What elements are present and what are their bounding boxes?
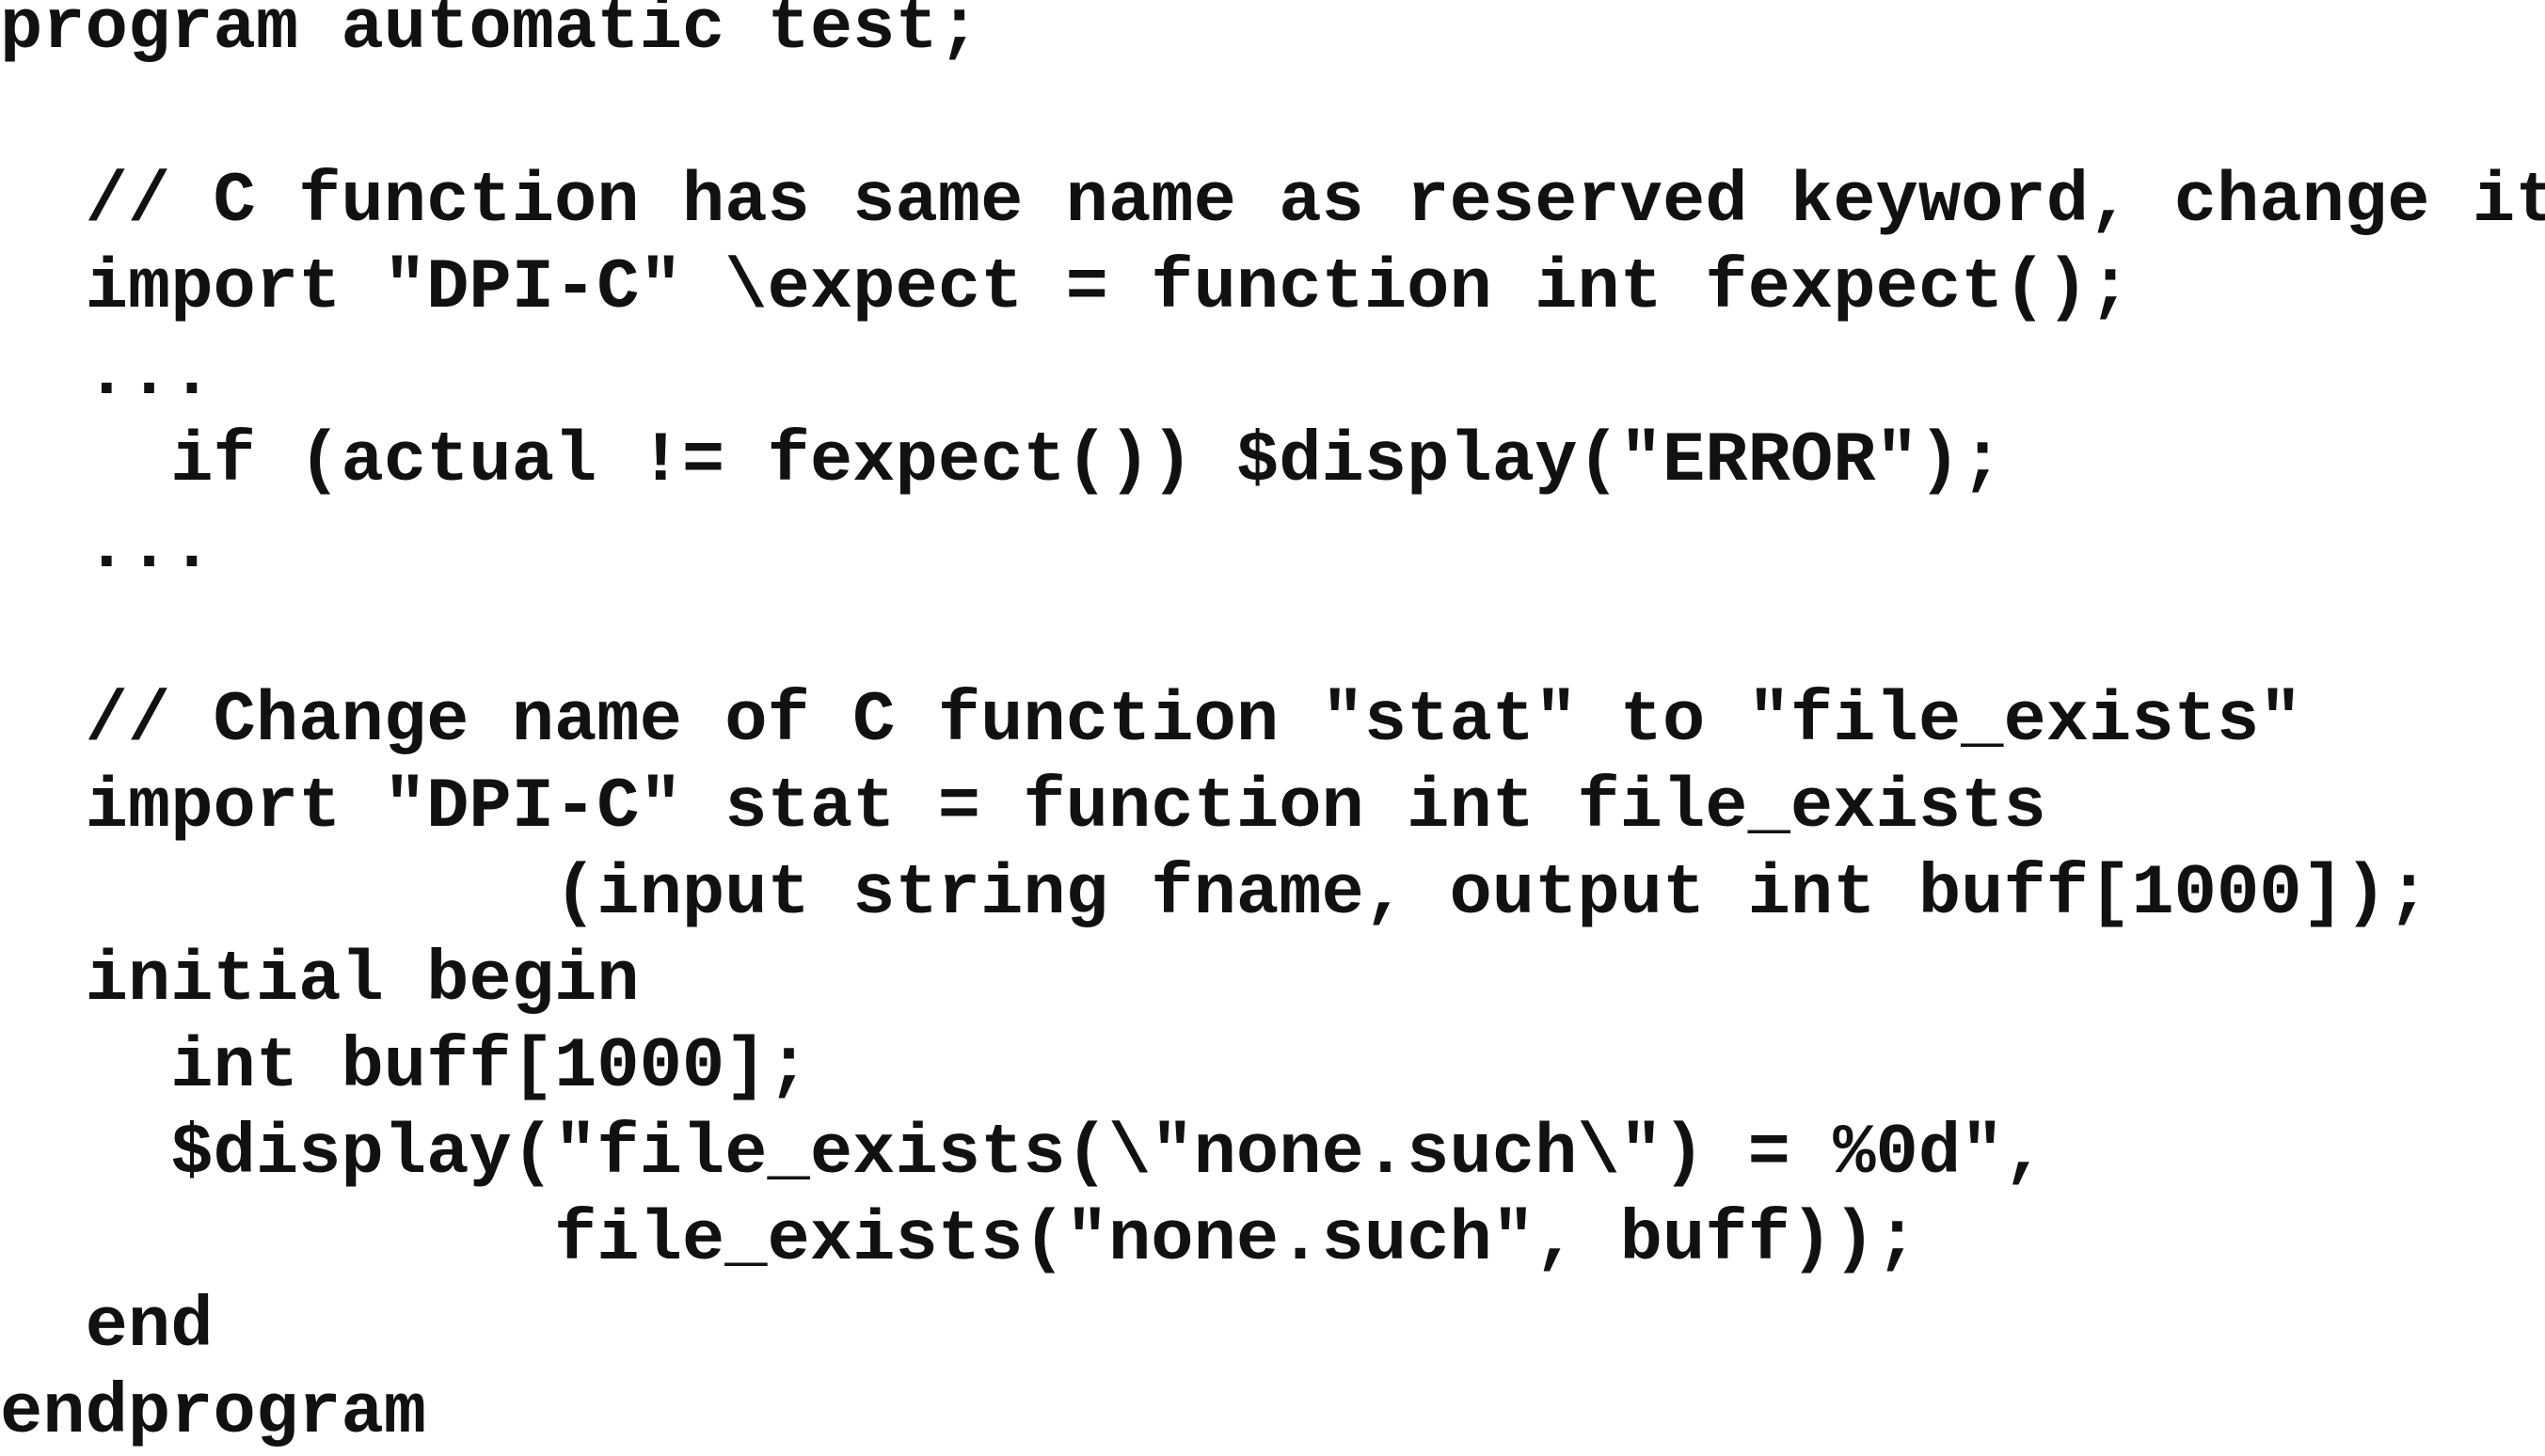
code-line-display-args: file_exists("none.such", buff)); <box>0 1199 1918 1280</box>
code-listing: program automatic test; // C function ha… <box>0 0 2545 1453</box>
code-line-display: $display("file_exists(\"none.such\") = %… <box>0 1113 2046 1194</box>
code-line-import-stat: import "DPI-C" stat = function int file_… <box>0 767 2046 847</box>
code-line-import-args: (input string fname, output int buff[100… <box>0 853 2430 934</box>
code-line-if-actual: if (actual != fexpect()) $display("ERROR… <box>0 420 2004 501</box>
code-line-endprogram: endprogram <box>0 1372 427 1453</box>
code-line-ellipsis: ... <box>0 507 214 588</box>
code-line-program-header: program automatic test; <box>0 0 981 69</box>
code-line-int-buff: int buff[1000]; <box>0 1026 810 1107</box>
code-line-ellipsis: ... <box>0 334 214 415</box>
code-line-comment-stat: // Change name of C function "stat" to "… <box>0 680 2302 761</box>
code-line-comment-keyword: // C function has same name as reserved … <box>0 161 2545 242</box>
code-line-initial-begin: initial begin <box>0 940 640 1021</box>
code-line-end: end <box>0 1286 214 1367</box>
code-line-import-expect: import "DPI-C" \expect = function int fe… <box>0 247 2132 328</box>
